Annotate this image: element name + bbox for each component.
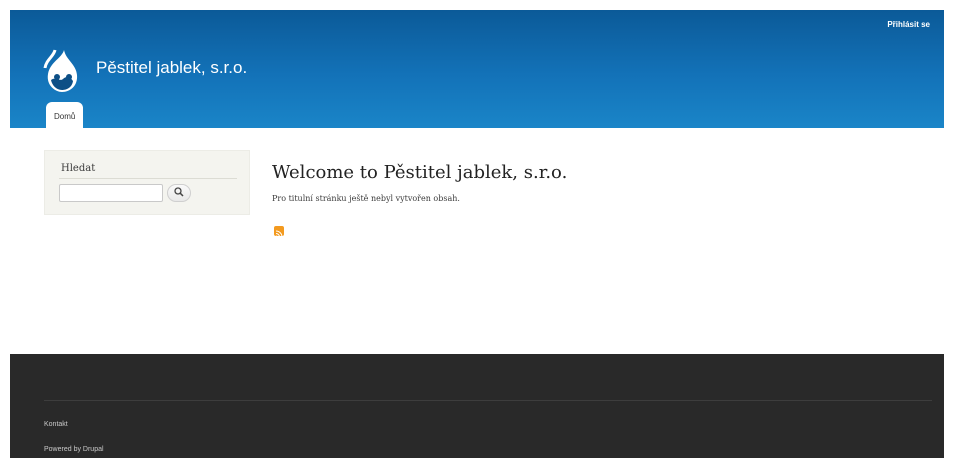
site-name[interactable]: Pěstitel jablek, s.r.o. [96,58,247,78]
search-block: Hledat [44,150,250,215]
login-link[interactable]: Přihlásit se [887,20,930,29]
contact-link[interactable]: Kontakt [44,421,68,428]
page-frame: Přihlásit se Pěstitel jablek, s.r.o. Dom… [10,10,944,458]
rss-icon[interactable] [274,226,284,238]
site-header: Přihlásit se Pěstitel jablek, s.r.o. Dom… [10,10,944,128]
site-footer: Kontakt Powered by Drupal [10,354,944,458]
search-button[interactable] [167,184,191,202]
content-text: Pro titulní stránku ještě nebyl vytvořen… [272,194,460,203]
search-icon [174,184,184,202]
search-block-title: Hledat [61,163,96,174]
page-title: Welcome to Pěstitel jablek, s.r.o. [272,162,568,183]
search-input[interactable] [59,184,163,202]
divider [59,178,237,179]
footer-divider [44,400,932,401]
tab-home[interactable]: Domů [46,102,84,128]
powered-by-link[interactable]: Powered by Drupal [44,446,104,453]
drupal-drop-icon[interactable] [42,48,82,94]
